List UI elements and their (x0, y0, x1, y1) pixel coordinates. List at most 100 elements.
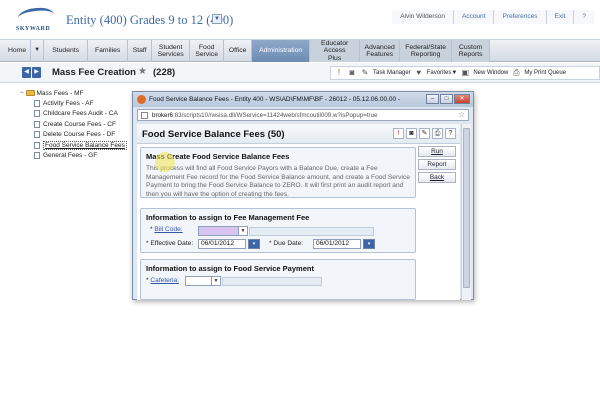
new-window-icon[interactable]: ▣ (460, 68, 470, 78)
popup-title-bar[interactable]: Food Service Balance Fees - Entity 400 -… (133, 92, 473, 107)
edit-icon[interactable]: ✎ (419, 128, 430, 139)
cursor-highlight (155, 152, 175, 172)
due-date-label: * Due Date: (269, 240, 304, 247)
cafeteria-row: * Cafeteria: (146, 277, 179, 284)
process-description: This process will find all Food Service … (146, 165, 410, 198)
nav-custom-reports[interactable]: Custom Reports (452, 40, 491, 62)
due-date-input[interactable]: 06/01/2012 (313, 239, 361, 249)
cafeteria-select[interactable]: ▼ (185, 276, 221, 286)
tree-item-label: Food Service Balance Fees (43, 140, 127, 150)
exit-link[interactable]: Exit (545, 10, 574, 24)
required-asterisk: * (150, 226, 153, 233)
favorites-link[interactable]: Favorites▼ (427, 70, 458, 76)
tree-item-label: General Fees - GF (43, 152, 98, 160)
logo-text: SKYWARD (16, 26, 51, 32)
nav-food-service[interactable]: Food Service (190, 40, 225, 62)
tree-root-label: Mass Fees - MF (36, 89, 84, 97)
camera-icon[interactable]: ◙ (347, 68, 357, 78)
page-count: (228) (153, 67, 176, 78)
page-toolbar: ◀ ▶ Mass Fee Creation ★ (228) ! ◙ ✎ Task… (0, 63, 600, 83)
nav-student-services[interactable]: Student Services (152, 40, 191, 62)
minimize-icon[interactable]: – (426, 94, 439, 104)
print-icon[interactable]: ⎙ (511, 68, 521, 78)
nav-students[interactable]: Students (44, 40, 89, 62)
entity-title: Entity (400) Grades 9 to 12 (400) (66, 13, 234, 27)
popup-heading: Food Service Balance Fees (50) (142, 129, 285, 140)
nav-federal-state-reporting[interactable]: Federal/State Reporting (400, 40, 453, 62)
nav-staff[interactable]: Staff (128, 40, 153, 62)
food-service-payment-panel: Information to assign to Food Service Pa… (140, 259, 416, 300)
document-icon (34, 131, 40, 139)
chevron-down-icon[interactable]: ▼ (212, 14, 222, 24)
print-icon[interactable]: ⎙ (432, 128, 443, 139)
tree-item-food-service-balance-fees[interactable]: Food Service Balance Fees (20, 140, 132, 151)
calendar-icon[interactable]: ▾ (363, 239, 375, 249)
nav-administration[interactable]: Administration (252, 40, 311, 62)
tree-item-label: Childcare Fees Audit - CA (43, 110, 118, 118)
nav-educator-access-plus[interactable]: Educator Access Plus (310, 40, 361, 62)
fee-section-title: Information to assign to Fee Management … (146, 213, 310, 222)
nav-office[interactable]: Office (224, 40, 253, 62)
nav-families[interactable]: Families (88, 40, 129, 62)
maximize-icon[interactable]: □ (440, 94, 453, 104)
top-links: Alvin Wilderson Account Preferences Exit… (392, 10, 594, 24)
tree-item-label: Activity Fees - AF (43, 99, 94, 107)
back-button[interactable]: Back (418, 172, 456, 183)
alert-icon[interactable]: ! (393, 128, 404, 139)
document-icon (34, 99, 40, 107)
report-button[interactable]: Report (418, 159, 456, 170)
document-icon (34, 120, 40, 128)
close-icon[interactable]: ✕ (454, 94, 470, 104)
logo-swoosh-icon (17, 6, 55, 26)
action-buttons: Run Report Back (418, 146, 456, 185)
tree-item-general-fees[interactable]: General Fees - GF (20, 151, 132, 162)
bill-code-select[interactable]: ▼ (198, 226, 248, 236)
bill-code-row: * Bill Code: (150, 226, 183, 233)
task-manager-icon[interactable]: ✎ (360, 68, 370, 78)
popup-header: Food Service Balance Fees (50) ! ◙ ✎ ⎙ ? (137, 124, 460, 144)
effective-date-input[interactable]: 06/01/2012 (198, 239, 246, 249)
nav-advanced-features[interactable]: Advanced Features (360, 40, 401, 62)
page-title: Mass Fee Creation (52, 67, 136, 78)
tree-collapse-icon[interactable]: − (20, 90, 24, 96)
required-asterisk: * (146, 277, 149, 284)
forward-arrow-icon[interactable]: ▶ (32, 67, 41, 78)
tree-item-delete-course-fees[interactable]: Delete Course Fees - DF (20, 130, 132, 141)
print-queue-link[interactable]: My Print Queue (524, 70, 566, 76)
address-bar[interactable]: broker6:83/scripts10//wsisa.dll/WService… (137, 109, 469, 121)
favorites-icon[interactable]: ♥ (414, 68, 424, 78)
popup-window-title: Food Service Balance Fees - Entity 400 -… (149, 95, 401, 103)
tree-item-create-course-fees[interactable]: Create Course Fees - CF (20, 119, 132, 130)
page-icon (141, 112, 148, 119)
cafeteria-label[interactable]: Cafeteria: (150, 277, 179, 284)
popup-header-icons: ! ◙ ✎ ⎙ ? (393, 128, 456, 139)
new-window-link[interactable]: New Window (473, 70, 508, 76)
alert-icon[interactable]: ! (334, 68, 344, 78)
bookmark-star-icon[interactable]: ☆ (458, 110, 465, 119)
page-nav-arrows: ◀ ▶ (22, 67, 42, 78)
bill-code-description (249, 227, 374, 236)
help-link[interactable]: ? (573, 10, 594, 24)
bill-code-label[interactable]: Bill Code: (154, 226, 182, 233)
tree-root[interactable]: − Mass Fees - MF (20, 88, 132, 98)
scrollbar-thumb[interactable] (463, 128, 470, 288)
popup-content: Food Service Balance Fees (50) ! ◙ ✎ ⎙ ?… (137, 124, 460, 300)
fee-management-panel: Information to assign to Fee Management … (140, 208, 416, 253)
back-arrow-icon[interactable]: ◀ (22, 67, 31, 78)
task-manager-link[interactable]: Task Manager (373, 70, 411, 76)
preferences-link[interactable]: Preferences (493, 10, 546, 24)
tree-item-activity-fees[interactable]: Activity Fees - AF (20, 98, 132, 109)
account-link[interactable]: Account (452, 10, 494, 24)
toolbar-actions: ! ◙ ✎ Task Manager ♥ Favorites▼ ▣ New Wi… (330, 66, 600, 80)
chevron-down-icon: ▼ (211, 277, 220, 285)
help-icon[interactable]: ? (445, 128, 456, 139)
nav-home[interactable]: Home (0, 40, 32, 62)
favorite-star-icon[interactable]: ★ (138, 66, 147, 77)
camera-icon[interactable]: ◙ (406, 128, 417, 139)
popup-scrollbar[interactable] (461, 124, 471, 300)
address-host: broker6 (152, 112, 173, 119)
tree-item-childcare-fees-audit[interactable]: Childcare Fees Audit - CA (20, 109, 132, 120)
run-button[interactable]: Run (418, 146, 456, 157)
home-dropdown-icon[interactable]: ▼ (31, 40, 45, 62)
calendar-icon[interactable]: ▾ (248, 239, 260, 249)
